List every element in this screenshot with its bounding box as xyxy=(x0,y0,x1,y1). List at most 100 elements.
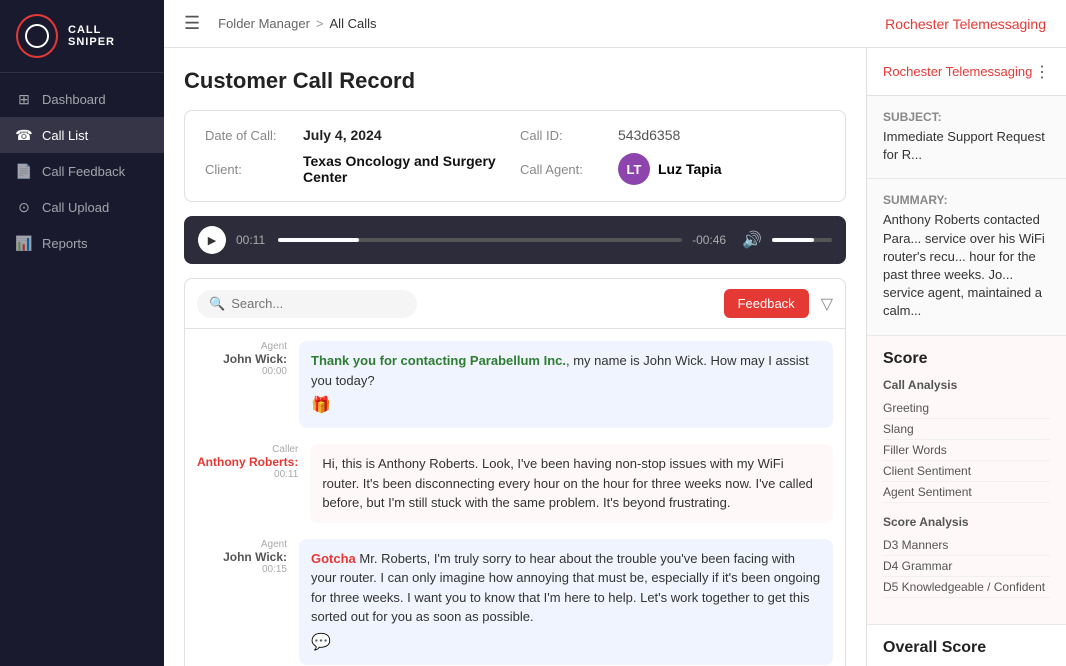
filter-icon[interactable]: ▽ xyxy=(821,294,833,314)
logo-area: CALL SNIPER xyxy=(0,0,164,73)
score-analysis-category: Score Analysis D3 Manners D4 Grammar D5 … xyxy=(883,515,1050,598)
sidebar-item-label-dashboard: Dashboard xyxy=(42,92,106,107)
message-block: Agent John Wick: 00:15 Gotcha Mr. Robert… xyxy=(197,539,833,665)
main-area: ☰ Folder Manager > All Calls Rochester T… xyxy=(164,0,1066,666)
breadcrumb: Folder Manager > All Calls xyxy=(218,16,376,31)
company-name-right: Rochester Telemessaging xyxy=(883,64,1032,79)
message-name: John Wick: xyxy=(197,550,287,564)
message-block: Agent John Wick: 00:00 Thank you for con… xyxy=(197,341,833,428)
subject-value: Immediate Support Request for R... xyxy=(883,128,1050,164)
highlight-text: Thank you for contacting Parabellum Inc. xyxy=(311,353,566,368)
message-role: Agent xyxy=(197,341,287,352)
transcript-messages: Agent John Wick: 00:00 Thank you for con… xyxy=(185,329,845,666)
play-button[interactable]: ▶ xyxy=(198,226,226,254)
call-feedback-icon: 📄 xyxy=(16,163,32,179)
logo-icon xyxy=(16,14,58,58)
sidebar: CALL SNIPER ⊞ Dashboard ☎ Call List 📄 Ca… xyxy=(0,0,164,666)
score-item-manners: D3 Manners xyxy=(883,535,1050,556)
company-name-header: Rochester Telemessaging xyxy=(885,16,1046,32)
sidebar-item-call-upload[interactable]: ⊙ Call Upload xyxy=(0,189,164,225)
message-block: Caller Anthony Roberts: 00:11 Hi, this i… xyxy=(197,444,833,523)
right-panel: Rochester Telemessaging ⋮ Subject: Immed… xyxy=(866,48,1066,666)
volume-fill xyxy=(772,238,814,242)
message-role: Agent xyxy=(197,539,287,550)
content-split: Customer Call Record Date of Call: July … xyxy=(164,48,1066,666)
audio-time-end: -00:46 xyxy=(692,233,732,247)
overall-score-section: Overall Score xyxy=(867,625,1066,666)
message-bubble: Gotcha Mr. Roberts, I'm truly sorry to h… xyxy=(299,539,833,665)
sidebar-item-label-reports: Reports xyxy=(42,236,88,251)
agent-row: Call Agent: LT Luz Tapia xyxy=(520,153,825,185)
call-id-label: Call ID: xyxy=(520,128,610,143)
message-meta: Caller Anthony Roberts: 00:11 xyxy=(197,444,298,523)
call-analysis-category: Call Analysis Greeting Slang Filler Word… xyxy=(883,378,1050,503)
score-title: Score xyxy=(883,350,1050,368)
summary-value: Anthony Roberts contacted Para... servic… xyxy=(883,211,1050,320)
score-item-greeting: Greeting xyxy=(883,398,1050,419)
message-emoji: 🎁 xyxy=(311,394,331,418)
score-item-filler-words: Filler Words xyxy=(883,440,1050,461)
client-row: Client: Texas Oncology and Surgery Cente… xyxy=(205,153,510,185)
message-name: John Wick: xyxy=(197,352,287,366)
sidebar-item-label-call-upload: Call Upload xyxy=(42,200,109,215)
call-upload-icon: ⊙ xyxy=(16,199,32,215)
sidebar-item-label-call-list: Call List xyxy=(42,128,88,143)
top-header: ☰ Folder Manager > All Calls Rochester T… xyxy=(164,0,1066,48)
breadcrumb-folder-manager[interactable]: Folder Manager xyxy=(218,16,310,31)
sidebar-item-reports[interactable]: 📊 Reports xyxy=(0,225,164,261)
message-name: Anthony Roberts: xyxy=(197,455,298,469)
audio-progress-fill xyxy=(278,238,359,242)
sidebar-item-label-call-feedback: Call Feedback xyxy=(42,164,125,179)
volume-slider[interactable] xyxy=(772,238,832,242)
page-title: Customer Call Record xyxy=(184,68,846,94)
score-item-knowledgeable: D5 Knowledgeable / Confident xyxy=(883,577,1050,598)
score-item-client-sentiment: Client Sentiment xyxy=(883,461,1050,482)
call-meta-card: Date of Call: July 4, 2024 Call ID: 543d… xyxy=(184,110,846,202)
dashboard-icon: ⊞ xyxy=(16,91,32,107)
sidebar-item-dashboard[interactable]: ⊞ Dashboard xyxy=(0,81,164,117)
feedback-button[interactable]: Feedback xyxy=(724,289,809,318)
right-panel-header: Rochester Telemessaging ⋮ xyxy=(867,48,1066,96)
agent-name: Luz Tapia xyxy=(658,161,722,177)
summary-label: Summary: xyxy=(883,193,1050,207)
date-row: Date of Call: July 4, 2024 xyxy=(205,127,510,143)
subject-section: Subject: Immediate Support Request for R… xyxy=(867,96,1066,179)
message-role: Caller xyxy=(197,444,298,455)
search-input[interactable] xyxy=(231,296,405,311)
client-value: Texas Oncology and Surgery Center xyxy=(303,153,510,185)
score-item-slang: Slang xyxy=(883,419,1050,440)
audio-time-current: 00:11 xyxy=(236,233,268,247)
score-analysis-title: Score Analysis xyxy=(883,515,1050,529)
breadcrumb-all-calls: All Calls xyxy=(330,16,377,31)
date-label: Date of Call: xyxy=(205,128,295,143)
score-item-agent-sentiment: Agent Sentiment xyxy=(883,482,1050,503)
sidebar-item-call-feedback[interactable]: 📄 Call Feedback xyxy=(0,153,164,189)
client-label: Client: xyxy=(205,162,295,177)
score-item-grammar: D4 Grammar xyxy=(883,556,1050,577)
summary-section: Summary: Anthony Roberts contacted Para.… xyxy=(867,179,1066,335)
transcript-search-bar: 🔍 Feedback ▽ xyxy=(185,279,845,329)
volume-icon[interactable]: 🔊 xyxy=(742,230,762,250)
date-value: July 4, 2024 xyxy=(303,127,382,143)
breadcrumb-separator: > xyxy=(316,16,324,31)
reports-icon: 📊 xyxy=(16,235,32,251)
message-time: 00:11 xyxy=(197,469,298,480)
sidebar-item-call-list[interactable]: ☎ Call List xyxy=(0,117,164,153)
message-text: Mr. Roberts, I'm truly sorry to hear abo… xyxy=(311,551,820,625)
subject-label: Subject: xyxy=(883,110,1050,124)
hamburger-menu-icon[interactable]: ☰ xyxy=(184,13,200,34)
message-emoji: 💬 xyxy=(311,631,331,655)
logo-text: CALL SNIPER xyxy=(68,24,148,48)
message-time: 00:00 xyxy=(197,366,287,377)
message-meta: Agent John Wick: 00:00 xyxy=(197,341,287,428)
score-section: Score Call Analysis Greeting Slang Fille… xyxy=(867,336,1066,625)
audio-progress-bar[interactable] xyxy=(278,238,682,242)
search-input-wrap: 🔍 xyxy=(197,290,417,318)
call-list-icon: ☎ xyxy=(16,127,32,143)
message-bubble: Thank you for contacting Parabellum Inc.… xyxy=(299,341,833,428)
call-record-area: Customer Call Record Date of Call: July … xyxy=(164,48,866,666)
message-text: Hi, this is Anthony Roberts. Look, I've … xyxy=(322,456,813,510)
transcript-container: 🔍 Feedback ▽ Agent John Wick: 00 xyxy=(184,278,846,666)
message-meta: Agent John Wick: 00:15 xyxy=(197,539,287,665)
more-menu-icon[interactable]: ⋮ xyxy=(1034,62,1050,82)
